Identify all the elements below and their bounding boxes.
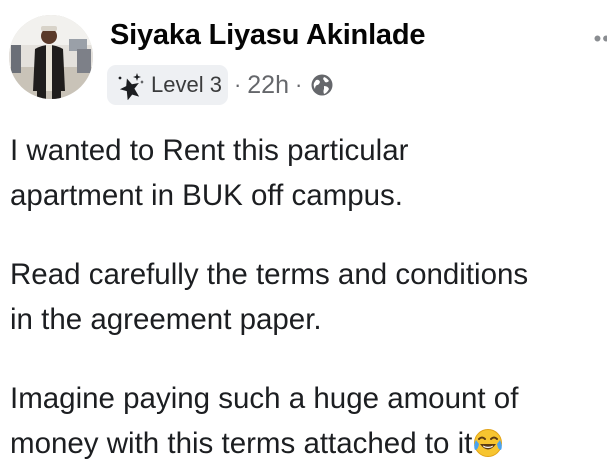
post-text-line-last: money with this terms attached to it: [10, 421, 607, 466]
author-name[interactable]: Siyaka Liyasu Akinlade: [110, 19, 425, 52]
post-text-line: Imagine paying such a huge amount of: [10, 382, 519, 415]
rising-star-icon: [115, 70, 145, 101]
post-header: Siyaka Liyasu Akinlade •• Level 3 · 22h …: [0, 0, 607, 115]
post-timestamp[interactable]: 22h: [247, 71, 289, 100]
post-text-line: apartment in BUK off campus.: [10, 179, 403, 212]
post-text-line: in the agreement paper.: [10, 303, 322, 336]
post-text-line: Read carefully the terms and conditions: [10, 258, 529, 291]
badge-label: Level 3: [151, 72, 222, 97]
meta-separator: ·: [233, 72, 242, 97]
post-text-line: I wanted to Rent this particular: [10, 134, 409, 167]
face-with-tears-of-joy-icon: [473, 426, 503, 457]
globe-icon[interactable]: [310, 73, 334, 97]
more-options-icon[interactable]: ••: [594, 26, 607, 52]
author-avatar[interactable]: [9, 15, 93, 99]
post-text: I wanted to Rent this particular apartme…: [10, 128, 607, 466]
post-meta: Level 3 · 22h ·: [107, 64, 334, 106]
profile-photo-icon: [9, 15, 93, 99]
level-badge[interactable]: Level 3: [107, 65, 228, 105]
meta-separator: ·: [295, 72, 303, 97]
